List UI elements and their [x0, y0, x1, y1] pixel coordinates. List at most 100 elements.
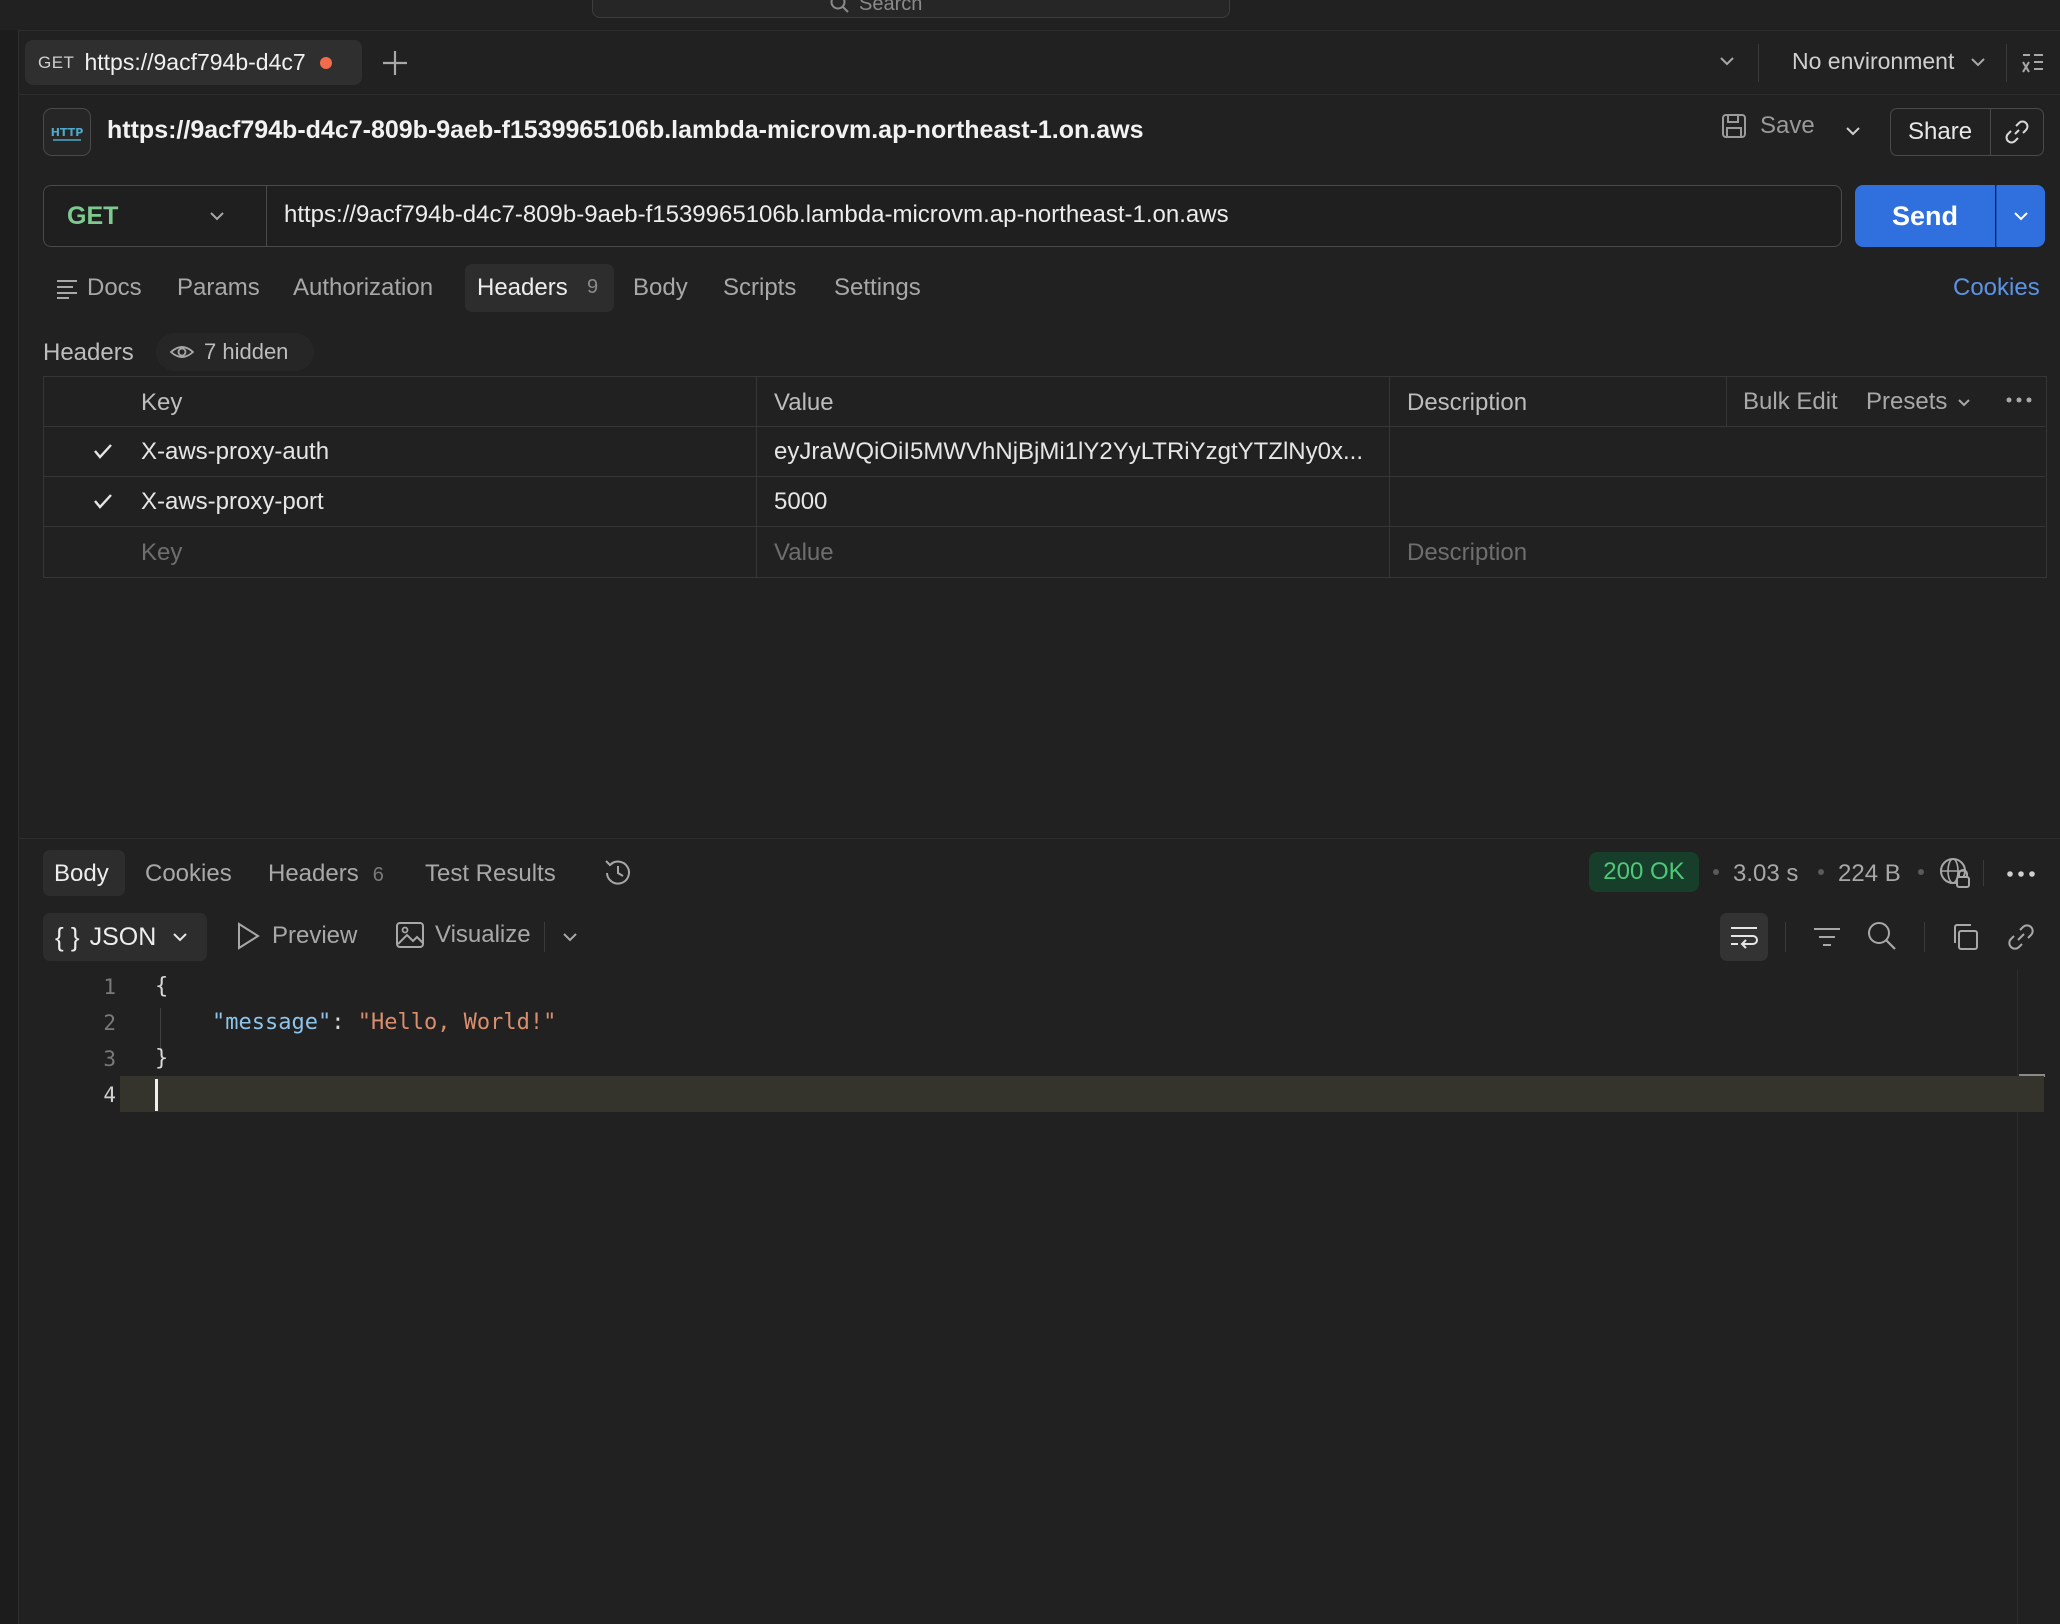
response-tab-cookies[interactable]: Cookies [145, 860, 232, 888]
environment-quick-look-button[interactable] [2020, 50, 2046, 76]
line-number: 1 [103, 975, 116, 999]
add-tab-button[interactable] [378, 44, 412, 82]
url-input[interactable]: https://9acf794b-d4c7-809b-9aeb-f1539965… [284, 201, 1229, 229]
header-key-cell[interactable]: X-aws-proxy-port [141, 488, 324, 516]
save-icon [1720, 112, 1748, 140]
table-divider [756, 377, 757, 577]
table-divider [1726, 377, 1727, 427]
column-header-value: Value [774, 389, 834, 416]
response-format-label: JSON [89, 922, 157, 951]
network-info-icon[interactable] [1938, 856, 1972, 890]
table-divider [44, 426, 2045, 427]
tab-settings[interactable]: Settings [834, 274, 921, 302]
editor-scrollbar-track[interactable] [2017, 970, 2018, 1624]
divider [1996, 185, 1997, 247]
header-row-checkbox[interactable] [88, 486, 118, 516]
tab-params[interactable]: Params [177, 274, 260, 302]
hidden-headers-toggle[interactable]: 7 hidden [156, 333, 314, 371]
json-colon: : [331, 1010, 358, 1035]
left-sidebar-edge [0, 30, 19, 1624]
json-string-value: "Hello, World!" [357, 1010, 557, 1035]
tab-list-dropdown[interactable] [1716, 50, 1738, 72]
environment-selector[interactable]: No environment [1792, 48, 1988, 75]
preview-button[interactable]: Preview [234, 920, 357, 952]
pane-resize-handle[interactable] [19, 838, 2060, 839]
checkmark-icon [88, 436, 118, 466]
save-button[interactable]: Save [1720, 112, 1815, 140]
line-number: 4 [103, 1083, 116, 1107]
global-search-box[interactable]: Search [592, 0, 1230, 18]
divider [1924, 922, 1925, 952]
share-button[interactable]: Share [1890, 108, 2044, 156]
new-header-description-input[interactable]: Description [1407, 539, 1527, 567]
plus-icon [378, 44, 412, 82]
copy-link-icon[interactable] [1990, 119, 2043, 145]
tab-headers[interactable]: Headers 9 [465, 264, 614, 312]
history-icon[interactable] [600, 855, 636, 891]
response-size[interactable]: 224 B [1838, 860, 1901, 888]
bulk-edit-button[interactable]: Bulk Edit [1743, 388, 1838, 416]
header-value-cell[interactable]: eyJraWQiOiI5MWVhNjBjMi1lY2YyLTRiYzgtYTZl… [774, 438, 1382, 466]
divider [1785, 922, 1786, 952]
unsaved-dot-icon [319, 56, 332, 69]
presets-dropdown[interactable]: Presets [1866, 388, 1973, 416]
new-header-value-input[interactable]: Value [774, 539, 834, 567]
new-header-key-input[interactable]: Key [141, 539, 182, 567]
header-row-checkbox[interactable] [88, 436, 118, 466]
chevron-down-icon [2010, 205, 2032, 227]
separator-dot [1818, 869, 1824, 875]
tab-docs[interactable]: Docs [87, 274, 142, 302]
preview-label: Preview [272, 922, 358, 949]
line-number: 2 [103, 1011, 116, 1035]
wrap-lines-button[interactable] [1720, 913, 1768, 961]
presets-label: Presets [1866, 388, 1948, 415]
tab-authorization[interactable]: Authorization [293, 274, 433, 302]
json-key: "message" [212, 1010, 332, 1035]
json-braces-icon: { } [55, 921, 80, 952]
table-divider [1389, 377, 1390, 577]
method-select[interactable]: GET [44, 186, 267, 246]
visualize-button[interactable]: Visualize [395, 920, 531, 950]
cookies-link[interactable]: Cookies [1953, 274, 2040, 302]
response-time[interactable]: 3.03 s [1733, 860, 1798, 888]
response-format-select[interactable]: { } JSON [43, 913, 207, 961]
chevron-down-icon [1842, 120, 1864, 142]
visualize-options-dropdown[interactable] [560, 927, 580, 947]
request-tab[interactable]: GET https://9acf794b-d4c7 [25, 40, 362, 85]
column-header-key: Key [141, 389, 183, 416]
copy-icon[interactable] [1950, 922, 1980, 952]
header-key-cell[interactable]: X-aws-proxy-auth [141, 438, 329, 466]
response-tab-headers-count: 6 [372, 864, 384, 886]
json-open-brace: { [155, 974, 169, 999]
more-options-icon[interactable] [2005, 864, 2037, 884]
tab-headers-label: Headers [477, 274, 568, 301]
divider [1758, 44, 1759, 82]
separator-dot [1918, 869, 1924, 875]
tab-method: GET [38, 52, 75, 72]
send-button[interactable]: Send [1855, 185, 1995, 247]
request-title[interactable]: https://9acf794b-d4c7-809b-9aeb-f1539965… [107, 116, 1144, 145]
status-badge[interactable]: 200 OK [1589, 852, 1699, 892]
environment-label: No environment [1792, 48, 1955, 74]
filter-icon[interactable] [1812, 922, 1842, 952]
line-number: 3 [103, 1047, 116, 1071]
more-options-icon[interactable] [2004, 390, 2034, 410]
tab-scripts[interactable]: Scripts [723, 274, 796, 302]
docs-icon [56, 279, 78, 299]
text-caret [155, 1079, 158, 1111]
save-options-dropdown[interactable] [1842, 120, 1864, 142]
send-options-dropdown[interactable] [1997, 185, 2045, 247]
chevron-down-icon [1968, 52, 1988, 72]
link-icon[interactable] [2006, 922, 2036, 952]
response-tab-headers[interactable]: Headers 6 [268, 860, 384, 888]
tab-body[interactable]: Body [633, 274, 688, 302]
header-value-cell[interactable]: 5000 [774, 488, 827, 516]
divider [544, 922, 545, 952]
response-tab-test-results[interactable]: Test Results [425, 860, 556, 888]
search-icon[interactable] [1866, 920, 1898, 952]
column-header-description: Description [1407, 389, 1528, 416]
search-icon [829, 0, 851, 15]
table-divider [44, 526, 2045, 527]
tab-headers-count: 9 [587, 276, 599, 298]
response-tab-body[interactable]: Body [43, 850, 125, 896]
